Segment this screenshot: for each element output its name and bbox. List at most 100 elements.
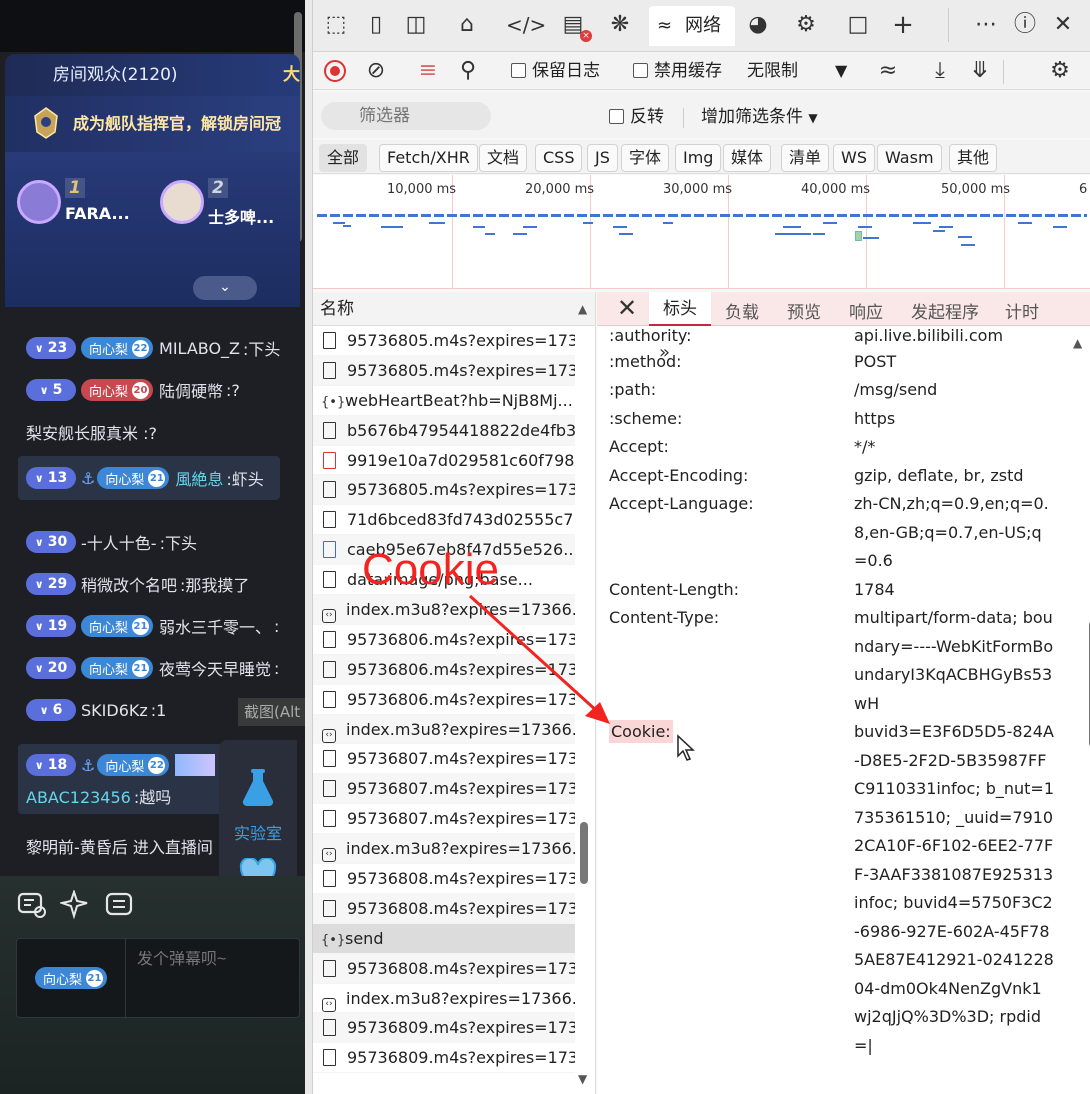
throttle-select[interactable]: 无限制 <box>747 56 798 86</box>
request-row[interactable]: {•}webHeartBeat?hb=NjB8Mj... <box>313 386 575 416</box>
detail-tab[interactable]: 响应 <box>849 298 883 323</box>
dropdown-arrow-icon[interactable]: ▼ <box>835 56 847 86</box>
bug-icon[interactable]: ❋ <box>605 10 635 40</box>
chat-message[interactable]: ∨ 29 稍微改个名吧:那我摸了 <box>26 570 249 598</box>
request-row[interactable]: 95736809.m4s?expires=173... <box>313 1043 575 1074</box>
name-column-header[interactable]: 名称 ▲ <box>313 292 595 326</box>
type-filter-chip[interactable]: 文档 <box>479 144 528 172</box>
type-filter-chip[interactable]: 媒体 <box>723 144 772 172</box>
sidebar-icon[interactable]: ◫ <box>401 10 431 40</box>
lab-label[interactable]: 实验室 <box>219 820 297 844</box>
request-row[interactable]: 95736807.m4s?expires=173... <box>313 744 575 775</box>
memory-icon[interactable]: ⚙ <box>791 10 821 40</box>
chat-username[interactable]: 稍微改个名吧 <box>81 572 177 596</box>
performance-icon[interactable]: ◕ <box>743 10 773 40</box>
request-row[interactable]: 95736808.m4s?expires=173... <box>313 864 575 894</box>
chat-message[interactable]: ∨ 20 向心梨 21 夜莺今天早睡觉: <box>26 654 279 682</box>
download-icon[interactable]: ⤋ <box>965 56 995 86</box>
type-filter-chip[interactable]: 字体 <box>621 144 670 172</box>
type-filter-chip[interactable]: CSS <box>535 144 583 172</box>
elements-icon[interactable]: </> <box>506 10 546 40</box>
expand-button[interactable]: ⌄ <box>193 276 257 300</box>
double-chevron-icon[interactable]: » <box>659 342 670 363</box>
request-row[interactable]: ‹› index.m3u8?expires=17366... <box>313 984 575 1014</box>
chat-message[interactable]: ∨ 19 向心梨 21 弱水三千零一、: <box>26 612 279 640</box>
chat-message[interactable]: 梨安舰长服真米 :? <box>26 418 157 446</box>
preserve-log-checkbox[interactable]: 保留日志 <box>511 56 600 86</box>
list-icon[interactable] <box>104 890 136 920</box>
detail-tab[interactable]: 预览 <box>787 298 821 323</box>
search-icon[interactable]: ⚲ <box>453 56 483 86</box>
type-filter-chip[interactable]: 全部 <box>319 144 368 172</box>
type-filter-chip[interactable]: Fetch/XHR <box>379 144 478 172</box>
type-filter-chip[interactable]: Wasm <box>877 144 942 172</box>
chat-message[interactable]: ∨ 6 SKID6Kz:1 <box>26 696 166 724</box>
request-row[interactable]: 95736805.m4s?expires=173... <box>313 475 575 506</box>
chat-username[interactable]: 夜莺今天早睡觉 <box>159 656 271 680</box>
chat-username[interactable]: 陆倜硬幣 <box>159 378 223 402</box>
request-row[interactable]: 95736806.m4s?expires=173... <box>313 625 575 655</box>
chat-message[interactable]: ∨ 5 向心梨 20 陆倜硬幣:? <box>26 376 240 404</box>
request-row[interactable]: 95736806.m4s?expires=173... <box>313 685 575 715</box>
close-icon[interactable]: ✕ <box>617 294 637 322</box>
type-filter-chip[interactable]: WS <box>833 144 875 172</box>
type-filter-chip[interactable]: 其他 <box>949 144 998 172</box>
danmu-input[interactable] <box>137 951 297 969</box>
chat-username[interactable]: -十人十色- <box>81 530 157 554</box>
request-row[interactable]: {•}send <box>313 923 575 954</box>
request-row[interactable]: ‹› index.m3u8?expires=17366... <box>313 834 575 865</box>
viewers-bar[interactable]: 房间观众(2120) 大 <box>5 54 300 96</box>
danmu-settings-icon[interactable] <box>16 890 48 920</box>
more-icon[interactable]: ⋯ <box>971 10 1001 40</box>
detail-tab[interactable]: 负载 <box>725 298 759 323</box>
request-row[interactable]: 95736809.m4s?expires=173... <box>313 1013 575 1044</box>
fleet-banner[interactable]: 成为舰队指挥官，解锁房间冠 <box>5 96 300 152</box>
request-row[interactable]: 95736805.m4s?expires=173... <box>313 326 575 356</box>
record-icon[interactable] <box>323 59 347 83</box>
type-filter-chip[interactable]: 清单 <box>781 144 830 172</box>
network-conditions-icon[interactable]: ≈ <box>873 56 903 86</box>
chat-username[interactable]: MILABO_Z <box>159 339 240 358</box>
invert-checkbox[interactable]: 反转 <box>609 102 664 132</box>
tab-network[interactable]: ≈ 网络 <box>649 6 735 46</box>
chat-message[interactable]: ∨ 23 向心梨 22 MILABO_Z:下头 <box>26 334 280 362</box>
device-icon[interactable]: ▯ <box>361 10 391 40</box>
request-row[interactable]: 95736807.m4s?expires=173... <box>313 804 575 835</box>
close-icon[interactable]: ✕ <box>1048 10 1078 40</box>
help-icon[interactable]: ⓘ <box>1010 10 1040 40</box>
flask-icon[interactable] <box>239 768 277 808</box>
type-filter-chip[interactable]: JS <box>587 144 618 172</box>
request-row[interactable]: 95736806.m4s?expires=173... <box>313 654 575 685</box>
detail-tab[interactable]: 发起程序 <box>911 298 979 323</box>
detail-tab[interactable]: 标头 <box>649 292 711 326</box>
chat-username[interactable]: 弱水三千零一、 <box>159 614 271 638</box>
inspect-icon[interactable]: ⬚ <box>321 10 351 40</box>
upload-icon[interactable]: ⤓ <box>925 56 955 86</box>
more-filters-dropdown[interactable]: 增加筛选条件 ▼ <box>701 102 818 132</box>
chat-username[interactable]: SKID6Kz <box>81 701 148 720</box>
timeline-overview[interactable]: 10,000 ms 20,000 ms 30,000 ms 40,000 ms 50,0… <box>313 175 1090 289</box>
filter-input[interactable] <box>321 102 491 130</box>
request-row[interactable]: ‹› index.m3u8?expires=17366... <box>313 714 575 745</box>
scroll-down-icon[interactable]: ▼ <box>578 1072 587 1086</box>
request-row[interactable]: 71d6bced83fd743d02555c7... <box>313 505 575 536</box>
disable-cache-checkbox[interactable]: 禁用缓存 <box>633 56 722 86</box>
request-row[interactable]: 95736808.m4s?expires=173... <box>313 893 575 924</box>
scroll-up-icon[interactable]: ▲ <box>578 292 587 326</box>
list-scrollbar[interactable] <box>580 822 588 884</box>
add-tab-icon[interactable]: + <box>888 10 918 40</box>
clear-icon[interactable]: ⊘ <box>361 56 391 86</box>
request-row[interactable]: 9919e10a7d029581c60f798... <box>313 446 575 476</box>
settings-icon[interactable]: ⚙ <box>1045 56 1075 86</box>
request-row[interactable]: ‹› index.m3u8?expires=17366... <box>313 595 575 625</box>
request-row[interactable]: b5676b47954418822de4fb3... <box>313 415 575 446</box>
chat-username[interactable]: 風絶息 <box>175 466 223 490</box>
request-row[interactable]: 95736805.m4s?expires=173... <box>313 355 575 386</box>
request-row[interactable]: 95736808.m4s?expires=173... <box>313 953 575 984</box>
request-row[interactable]: 95736807.m4s?expires=173... <box>313 774 575 805</box>
sparkle-icon[interactable] <box>60 890 92 920</box>
home-icon[interactable]: ⌂ <box>452 10 482 40</box>
detail-tab[interactable]: 计时 <box>1005 298 1039 323</box>
scroll-up-icon[interactable]: ▲ <box>1073 336 1082 350</box>
type-filter-chip[interactable]: Img <box>675 144 722 172</box>
